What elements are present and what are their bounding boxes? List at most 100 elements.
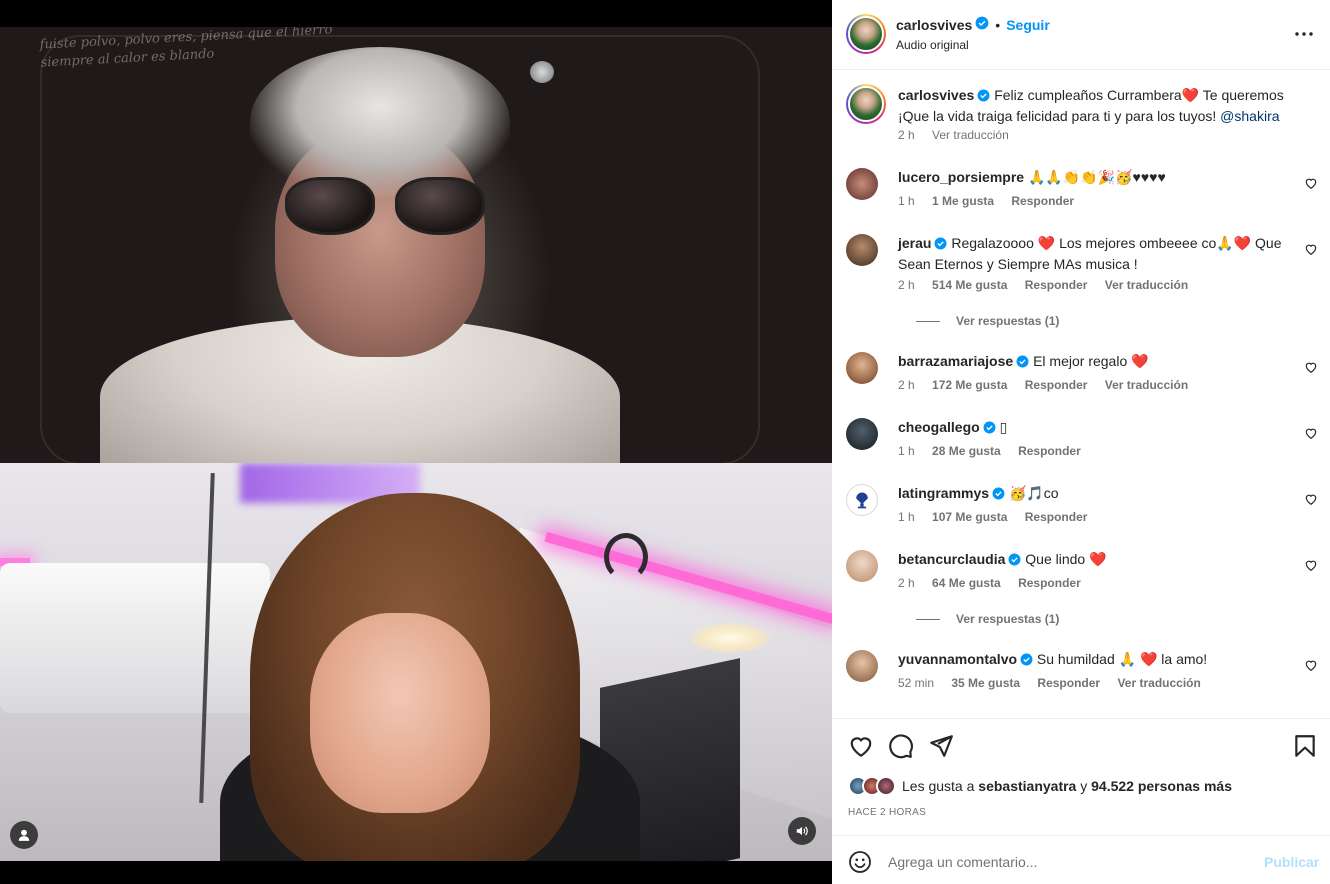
commenter-username[interactable]: barrazamariajose [898, 353, 1013, 369]
translate-link[interactable]: Ver traducción [1117, 676, 1200, 690]
user-icon[interactable] [10, 821, 38, 849]
video-bottom-panel [0, 463, 832, 861]
comment-time: 2 h [898, 576, 915, 590]
commenter-avatar[interactable] [846, 352, 878, 384]
speaker-icon[interactable] [788, 817, 816, 845]
commenter-username[interactable]: latingrammys [898, 485, 989, 501]
caption-text: carlosvives Feliz cumpleaños Currambera❤… [898, 86, 1318, 126]
headphones [604, 533, 648, 581]
more-options-icon[interactable] [1292, 22, 1316, 46]
commenter-username[interactable]: betancurclaudia [898, 551, 1005, 567]
comment-like-heart-icon[interactable] [1304, 426, 1318, 440]
publish-button[interactable]: Publicar [1264, 854, 1319, 870]
translate-link[interactable]: Ver traducción [1105, 378, 1188, 392]
commenter-avatar[interactable] [846, 650, 878, 682]
emoji-icon[interactable] [848, 850, 872, 874]
commenter-avatar[interactable] [846, 168, 878, 200]
sunglasses-lens-left [285, 177, 375, 235]
reply-button[interactable]: Responder [1011, 194, 1074, 208]
author-avatar[interactable] [846, 14, 886, 54]
comment-meta: 1 h 28 Me gusta Responder [898, 444, 1095, 458]
comment-input[interactable] [888, 848, 1248, 876]
comment-time: 2 h [898, 278, 915, 292]
view-replies-label[interactable]: Ver respuestas (1) [956, 612, 1059, 626]
send-icon[interactable] [928, 733, 954, 759]
reply-button[interactable]: Responder [1025, 510, 1088, 524]
comment-like-heart-icon[interactable] [1304, 176, 1318, 190]
verified-badge-icon [983, 420, 996, 439]
comment-message: Que lindo ❤️ [1025, 551, 1107, 567]
comment-like-heart-icon[interactable] [1304, 242, 1318, 256]
comment-icon[interactable] [888, 733, 914, 759]
caption-translate-link[interactable]: Ver traducción [932, 128, 1009, 142]
post-time[interactable]: HACE 2 HORAS [848, 807, 926, 818]
audio-label[interactable]: Audio original [896, 38, 969, 52]
reply-button[interactable]: Responder [1025, 378, 1088, 392]
likes-count[interactable]: 94.522 personas más [1091, 778, 1232, 794]
comment-text: barrazamariajose El mejor regalo ❤️ [898, 352, 1288, 373]
comment-message: Su humildad 🙏 ❤️ la amo! [1036, 651, 1208, 667]
gramophone-icon [856, 492, 868, 509]
bookmark-icon[interactable] [1292, 733, 1318, 759]
comment-likes[interactable]: 172 Me gusta [932, 378, 1007, 392]
comment-likes[interactable]: 35 Me gusta [951, 676, 1020, 690]
likes-and: y [1080, 778, 1088, 794]
view-replies-button[interactable]: Ver respuestas (1) [916, 612, 1059, 626]
reply-button[interactable]: Responder [1025, 278, 1088, 292]
view-replies-button[interactable]: Ver respuestas (1) [916, 314, 1059, 328]
liker-avatars [848, 776, 896, 796]
author-line: carlosvives • Seguir [896, 16, 1050, 33]
comment-time: 1 h [898, 194, 915, 208]
comment-likes[interactable]: 64 Me gusta [932, 576, 1001, 590]
post-header: carlosvives • Seguir Audio original [832, 0, 1330, 70]
comment-likes[interactable]: 514 Me gusta [932, 278, 1007, 292]
comment-time: 52 min [898, 676, 935, 690]
sunglasses [285, 177, 485, 237]
author-username[interactable]: carlosvives [896, 17, 972, 33]
reply-button[interactable]: Responder [1018, 576, 1081, 590]
commenter-username[interactable]: jerau [898, 235, 931, 251]
view-replies-label[interactable]: Ver respuestas (1) [956, 314, 1059, 328]
video-player[interactable]: fuiste polvo, polvo eres, piensa que el … [0, 27, 832, 861]
comment-text: betancurclaudia Que lindo ❤️ [898, 550, 1288, 571]
commenter-avatar[interactable] [846, 234, 878, 266]
follow-button[interactable]: Seguir [1006, 17, 1050, 33]
comment-text: latingrammys 🥳🎵co [898, 484, 1288, 505]
commenter-username[interactable]: lucero_porsiempre [898, 169, 1024, 185]
heart-icon[interactable] [848, 733, 874, 759]
commenter-username[interactable]: yuvannamontalvo [898, 651, 1017, 667]
comment-like-heart-icon[interactable] [1304, 360, 1318, 374]
caption-author-username[interactable]: carlosvives [898, 87, 974, 103]
likes-user[interactable]: sebastianyatra [978, 778, 1076, 794]
comment-like-heart-icon[interactable] [1304, 492, 1318, 506]
replies-divider [916, 320, 940, 322]
likes-prefix: Les gusta a [902, 778, 975, 794]
comment-likes[interactable]: 28 Me gusta [932, 444, 1001, 458]
comment-message: Regalazoooo ❤️ Los mejores ombeeee co🙏❤️… [898, 235, 1282, 272]
mention-link[interactable]: @shakira [1220, 108, 1279, 124]
comment-like-heart-icon[interactable] [1304, 658, 1318, 672]
comment-likes[interactable]: 1 Me gusta [932, 194, 994, 208]
commenter-avatar[interactable] [846, 484, 878, 516]
commenter-username[interactable]: cheogallego [898, 419, 980, 435]
comments-list[interactable]: carlosvives Feliz cumpleaños Currambera❤… [832, 70, 1330, 718]
commenter-avatar[interactable] [846, 418, 878, 450]
translate-link[interactable]: Ver traducción [1105, 278, 1188, 292]
verified-badge-icon [934, 236, 947, 255]
comment-meta: 2 h 64 Me gusta Responder [898, 576, 1095, 590]
comment-time: 1 h [898, 510, 915, 524]
reply-button[interactable]: Responder [1037, 676, 1100, 690]
reply-button[interactable]: Responder [1018, 444, 1081, 458]
post-media[interactable]: fuiste polvo, polvo eres, piensa que el … [0, 0, 832, 884]
post-actions: Les gusta a sebastianyatra y 94.522 pers… [832, 718, 1330, 834]
candles [690, 623, 770, 653]
comment-likes[interactable]: 107 Me gusta [932, 510, 1007, 524]
likes-summary[interactable]: Les gusta a sebastianyatra y 94.522 pers… [848, 776, 1232, 796]
comment-like-heart-icon[interactable] [1304, 558, 1318, 572]
replies-divider [916, 618, 940, 620]
instagram-post-view: fuiste polvo, polvo eres, piensa que el … [0, 0, 1330, 884]
caption-author-avatar[interactable] [846, 84, 886, 124]
sunglasses-lens-right [395, 177, 485, 235]
person-hair [250, 47, 510, 197]
commenter-avatar[interactable] [846, 550, 878, 582]
